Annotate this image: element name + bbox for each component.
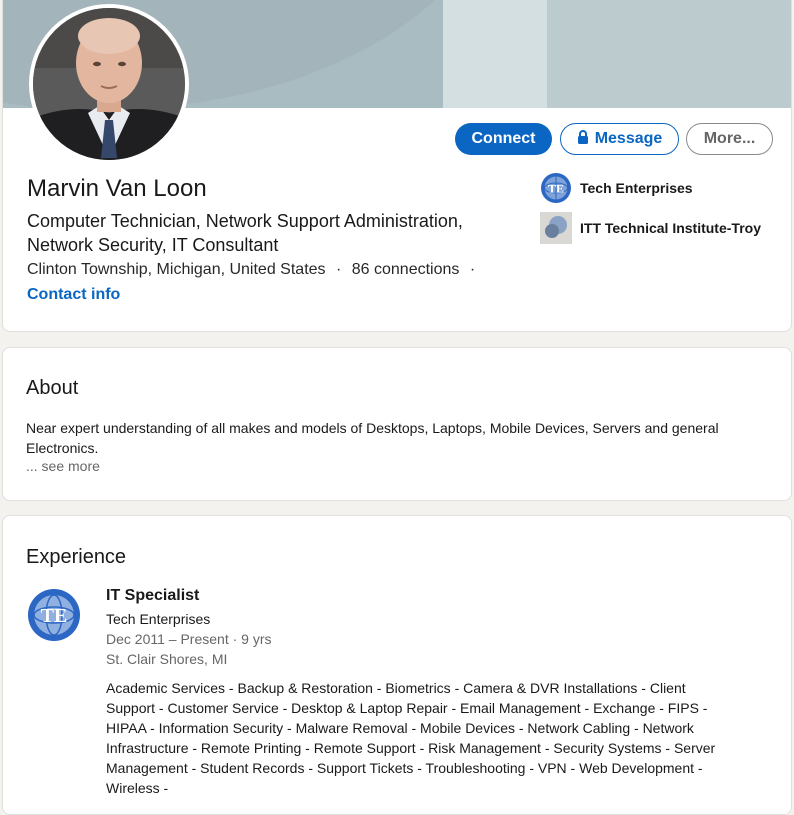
experience-title: Experience [26,546,127,568]
about-title: About [26,377,79,399]
profile-location-line: Clinton Township, Michigan, United State… [27,261,475,279]
job-location: St. Clair Shores, MI [106,651,228,667]
separator-dot: · [335,261,342,278]
connect-label: Connect [471,130,536,147]
contact-info-link[interactable]: Contact info [27,286,120,304]
svg-text:TE: TE [41,605,68,627]
profile-location: Clinton Township, Michigan, United State… [27,261,326,278]
job-description: Academic Services - Backup & Restoration… [106,680,716,796]
job-dates: Dec 2011 – Present · 9 yrs [106,631,272,647]
connections-count[interactable]: 86 connections [352,261,460,278]
about-section: About Near expert understanding of all m… [2,347,792,501]
profile-top-card: Connect Message More... Marvin Van Loon … [2,0,792,332]
education-school-label: ITT Technical Institute-Troy [580,220,761,236]
about-text: Near expert understanding of all makes a… [26,420,719,456]
education-school[interactable]: ITT Technical Institute-Troy [540,211,761,245]
svg-text:TE: TE [548,182,564,196]
message-label: Message [594,130,663,147]
lock-icon [577,129,589,149]
more-label: More... [703,130,756,147]
profile-avatar[interactable] [29,4,189,164]
current-company[interactable]: TE Tech Enterprises [540,171,693,205]
connect-button[interactable]: Connect [455,123,552,155]
tech-enterprises-logo: TE [540,172,572,204]
separator-dot-2: · [469,261,476,278]
itt-logo [540,212,572,244]
experience-section: Experience TE IT Specialist Tech Enterpr… [2,515,792,815]
job-title[interactable]: IT Specialist [106,587,199,605]
more-button[interactable]: More... [686,123,773,155]
profile-name: Marvin Van Loon [27,175,207,202]
current-company-label: Tech Enterprises [580,180,693,196]
message-button[interactable]: Message [560,123,679,155]
job-company: Tech Enterprises [106,611,211,627]
see-more-link[interactable]: ... see more [26,458,100,474]
profile-headline: Computer Technician, Network Support Adm… [27,211,463,255]
tech-enterprises-logo[interactable]: TE [27,588,81,642]
